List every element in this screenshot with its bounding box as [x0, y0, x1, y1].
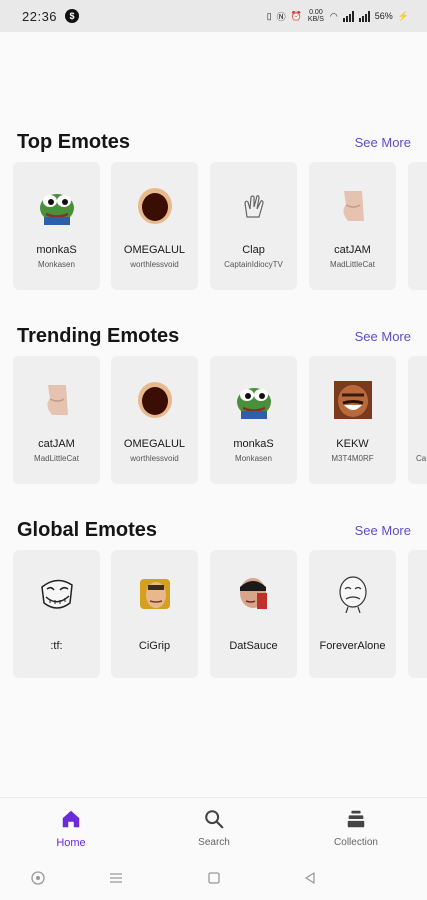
- emote-card-partial[interactable]: Ca: [408, 356, 427, 484]
- system-navigation-bar: [0, 856, 427, 900]
- omegalul-face-icon: [138, 382, 172, 418]
- emote-name: Clap: [242, 244, 265, 256]
- back-triangle-icon[interactable]: [302, 870, 318, 886]
- omegalul-face-icon: [138, 188, 172, 224]
- network-speed: 0.00 KB/S: [307, 9, 324, 23]
- signal-icon: [342, 10, 354, 22]
- home-square-icon[interactable]: [206, 870, 222, 886]
- charging-icon: ⚡: [397, 10, 409, 21]
- emote-name: KEKW: [336, 438, 369, 450]
- assistant-button-icon[interactable]: [30, 870, 46, 886]
- nav-search[interactable]: Search: [174, 808, 254, 848]
- recents-menu-icon[interactable]: [108, 870, 124, 886]
- emote-carousel[interactable]: catJAM MadLittleCat OMEGALUL worthlessvo…: [13, 356, 427, 486]
- emote-card[interactable]: Clap CaptainIdiocyTV: [210, 162, 297, 290]
- emote-name: ForeverAlone: [319, 640, 386, 652]
- trollface-icon: [41, 579, 73, 609]
- emote-author: worthlessvoid: [130, 260, 179, 269]
- emote-author: MadLittleCat: [330, 260, 375, 269]
- status-icons: ▯ Ⓝ ⏰ 0.00 KB/S ◠ 56% ⚡: [267, 0, 409, 32]
- vibrate-icon: ▯: [266, 10, 272, 21]
- section-title: Top Emotes: [17, 131, 130, 153]
- kekw-laughing-face-icon: [334, 381, 372, 419]
- emote-author: worthlessvoid: [130, 454, 179, 463]
- battery-level: 56%: [374, 11, 393, 21]
- emote-name: DatSauce: [229, 640, 278, 652]
- trending-emotes-section: Trending Emotes See More catJAM MadLittl…: [0, 325, 427, 484]
- emote-name: catJAM: [334, 244, 371, 256]
- emote-card[interactable]: KEKW M3T4M0RF: [309, 356, 396, 484]
- nav-search-label: Search: [198, 837, 230, 848]
- forever-alone-face-icon: [339, 576, 367, 613]
- emote-card[interactable]: OMEGALUL worthlessvoid: [111, 162, 198, 290]
- emote-name: monkaS: [36, 244, 77, 256]
- cigrip-face-icon: [140, 579, 170, 609]
- emote-name: monkaS: [233, 438, 274, 450]
- emote-card-partial[interactable]: [408, 162, 427, 290]
- emote-name: catJAM: [38, 438, 75, 450]
- signal-icon-2: [358, 10, 370, 22]
- emote-name: :tf:: [50, 640, 63, 652]
- app-notification-icon: $: [65, 9, 80, 23]
- clapping-hand-icon: [244, 195, 264, 218]
- top-emotes-section: Top Emotes See More monkaS Monkasen OMEG…: [0, 131, 427, 290]
- emote-name: OMEGALUL: [123, 438, 186, 450]
- emote-card[interactable]: catJAM MadLittleCat: [13, 356, 100, 484]
- bottom-navigation: Home Search Collection: [0, 797, 427, 856]
- emote-name: OMEGALUL: [123, 244, 186, 256]
- wifi-icon: ◠: [329, 10, 338, 21]
- emote-carousel[interactable]: monkaS Monkasen OMEGALUL worthlessvoid C…: [13, 162, 427, 292]
- status-bar: 22:36 $ ▯ Ⓝ ⏰ 0.00 KB/S ◠ 56% ⚡: [0, 0, 427, 32]
- see-more-link[interactable]: See More: [355, 135, 411, 150]
- pepe-frog-icon: [40, 194, 74, 225]
- see-more-link[interactable]: See More: [355, 329, 411, 344]
- section-title: Global Emotes: [17, 519, 158, 541]
- emote-card[interactable]: ForeverAlone: [309, 550, 396, 678]
- search-icon: [205, 810, 224, 829]
- emote-card[interactable]: OMEGALUL worthlessvoid: [111, 356, 198, 484]
- emote-card[interactable]: DatSauce: [210, 550, 297, 678]
- global-emotes-section: Global Emotes See More :tf: CiGrip DatSa…: [0, 519, 427, 678]
- nav-home-label: Home: [56, 837, 86, 849]
- emote-author: Monkasen: [235, 454, 272, 463]
- emote-card[interactable]: monkaS Monkasen: [210, 356, 297, 484]
- emote-author: MadLittleCat: [34, 454, 79, 463]
- alarm-icon: ⏰: [290, 10, 302, 21]
- nav-home[interactable]: Home: [31, 808, 111, 849]
- cat-jam-icon: [47, 385, 68, 415]
- emote-carousel[interactable]: :tf: CiGrip DatSauce ForeverAlone: [13, 550, 427, 680]
- nfc-icon: Ⓝ: [276, 11, 286, 22]
- emote-author: CaptainIdiocyTV: [224, 260, 283, 269]
- emote-card[interactable]: monkaS Monkasen: [13, 162, 100, 290]
- emote-author: Monkasen: [38, 260, 75, 269]
- home-icon: [62, 810, 80, 828]
- emote-author: M3T4M0RF: [331, 454, 374, 463]
- status-time: 22:36: [22, 8, 58, 24]
- see-more-link[interactable]: See More: [355, 523, 411, 538]
- emote-name: CiGrip: [138, 640, 171, 652]
- section-title: Trending Emotes: [17, 325, 180, 347]
- emote-card[interactable]: catJAM MadLittleCat: [309, 162, 396, 290]
- nav-collection-label: Collection: [334, 837, 378, 848]
- emote-card[interactable]: :tf:: [13, 550, 100, 678]
- pepe-frog-icon: [237, 388, 271, 419]
- emote-card-partial[interactable]: [408, 550, 427, 678]
- emote-card[interactable]: CiGrip: [111, 550, 198, 678]
- emote-author: Ca: [416, 454, 427, 463]
- collection-stack-icon: [347, 810, 365, 828]
- datsauce-face-icon: [240, 578, 267, 609]
- nav-collection[interactable]: Collection: [316, 808, 396, 848]
- cat-jam-icon: [343, 191, 364, 221]
